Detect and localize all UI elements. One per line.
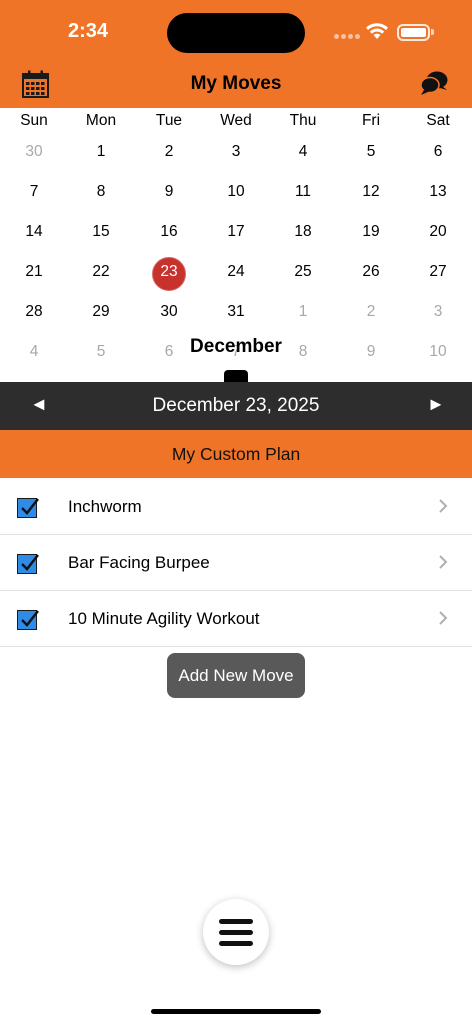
weekday-label: Sun: [20, 112, 48, 129]
calendar-day[interactable]: 10: [206, 181, 266, 203]
calendar-day[interactable]: 14: [4, 221, 64, 243]
date-navigation-bar: ◄ December 23, 2025 ►: [0, 382, 472, 430]
status-time: 2:34: [68, 20, 109, 42]
calendar-day[interactable]: 29: [71, 301, 131, 323]
month-label: December: [190, 336, 282, 357]
move-name: Inchworm: [68, 497, 142, 516]
calendar-day-selected[interactable]: 23: [139, 261, 199, 283]
calendar-day[interactable]: 16: [139, 221, 199, 243]
weekday-label: Tue: [155, 112, 183, 129]
calendar-day[interactable]: 1: [71, 141, 131, 163]
battery-icon: [397, 24, 430, 41]
calendar-day[interactable]: 25: [273, 261, 333, 283]
calendar-day[interactable]: 6: [408, 141, 468, 163]
calendar-day[interactable]: 22: [71, 261, 131, 283]
list-item[interactable]: Inchworm: [0, 479, 472, 535]
calendar-day[interactable]: 12: [341, 181, 401, 203]
weekday-label: Wed: [220, 112, 252, 129]
chevron-right-icon: [439, 611, 448, 625]
cellular-signal-icon: [334, 34, 360, 39]
calendar-day[interactable]: 4: [273, 141, 333, 163]
plan-title: My Custom Plan: [171, 444, 301, 464]
month-calendar: Sun Mon Tue Wed Thu Fri Sat 30 1 2 3 4 5 6 7 8 9 1…: [0, 108, 472, 383]
status-bar: 2:34: [0, 0, 472, 62]
weekday-label: Fri: [361, 112, 381, 129]
checkbox-checked-icon[interactable]: [17, 554, 39, 574]
chevron-right-icon: [439, 499, 448, 513]
calendar-day[interactable]: 21: [4, 261, 64, 283]
calendar-day[interactable]: 28: [4, 301, 64, 323]
calendar-day[interactable]: 31: [206, 301, 266, 323]
list-item[interactable]: 10 Minute Agility Workout: [0, 591, 472, 647]
calendar-day[interactable]: 30: [139, 301, 199, 323]
calendar-day[interactable]: 11: [273, 181, 333, 203]
calendar-day[interactable]: 1: [273, 301, 333, 323]
checkbox-checked-icon[interactable]: [17, 610, 39, 630]
calendar-day[interactable]: 3: [206, 141, 266, 163]
weekday-label: Thu: [289, 112, 317, 129]
next-day-button[interactable]: ►: [427, 394, 445, 415]
calendar-day[interactable]: 26: [341, 261, 401, 283]
calendar-day[interactable]: 30: [4, 141, 64, 163]
moves-list: Inchworm Bar Facing Burpee 10 Minute Agi…: [0, 479, 472, 647]
page-title: My Moves: [190, 73, 282, 94]
weekday-header: Sun Mon Tue Wed Thu Fri Sat: [0, 110, 472, 134]
calendar-day[interactable]: 18: [273, 221, 333, 243]
home-indicator: [151, 1009, 321, 1014]
chevron-right-icon: [439, 555, 448, 569]
calendar-day[interactable]: 8: [71, 181, 131, 203]
calendar-day[interactable]: 15: [71, 221, 131, 243]
chat-bubbles-icon[interactable]: [420, 70, 448, 96]
plan-header[interactable]: My Custom Plan: [0, 430, 472, 478]
calendar-day[interactable]: 27: [408, 261, 468, 283]
calendar-day[interactable]: 17: [206, 221, 266, 243]
weekday-label: Mon: [85, 112, 117, 129]
add-new-move-button[interactable]: Add New Move: [167, 653, 305, 698]
dynamic-island: [167, 13, 305, 53]
weekday-label: Sat: [426, 112, 450, 129]
calendar-day[interactable]: 20: [408, 221, 468, 243]
move-name: 10 Minute Agility Workout: [68, 609, 260, 628]
list-item[interactable]: Bar Facing Burpee: [0, 535, 472, 591]
calendar-day[interactable]: 24: [206, 261, 266, 283]
calendar-day[interactable]: 7: [4, 181, 64, 203]
calendar-day[interactable]: 19: [341, 221, 401, 243]
wifi-icon: [366, 23, 388, 39]
menu-button[interactable]: [203, 899, 269, 965]
calendar-day[interactable]: 2: [341, 301, 401, 323]
calendar-day[interactable]: 3: [408, 301, 468, 323]
hamburger-menu-icon: [219, 919, 253, 924]
selected-date: December 23, 2025: [152, 395, 320, 416]
calendar-day[interactable]: 2: [139, 141, 199, 163]
calendar-day[interactable]: 5: [341, 141, 401, 163]
calendar-day[interactable]: 13: [408, 181, 468, 203]
move-name: Bar Facing Burpee: [68, 553, 210, 572]
checkbox-checked-icon[interactable]: [17, 498, 39, 518]
calendar-day[interactable]: 9: [139, 181, 199, 203]
nav-bar: My Moves: [0, 62, 472, 108]
